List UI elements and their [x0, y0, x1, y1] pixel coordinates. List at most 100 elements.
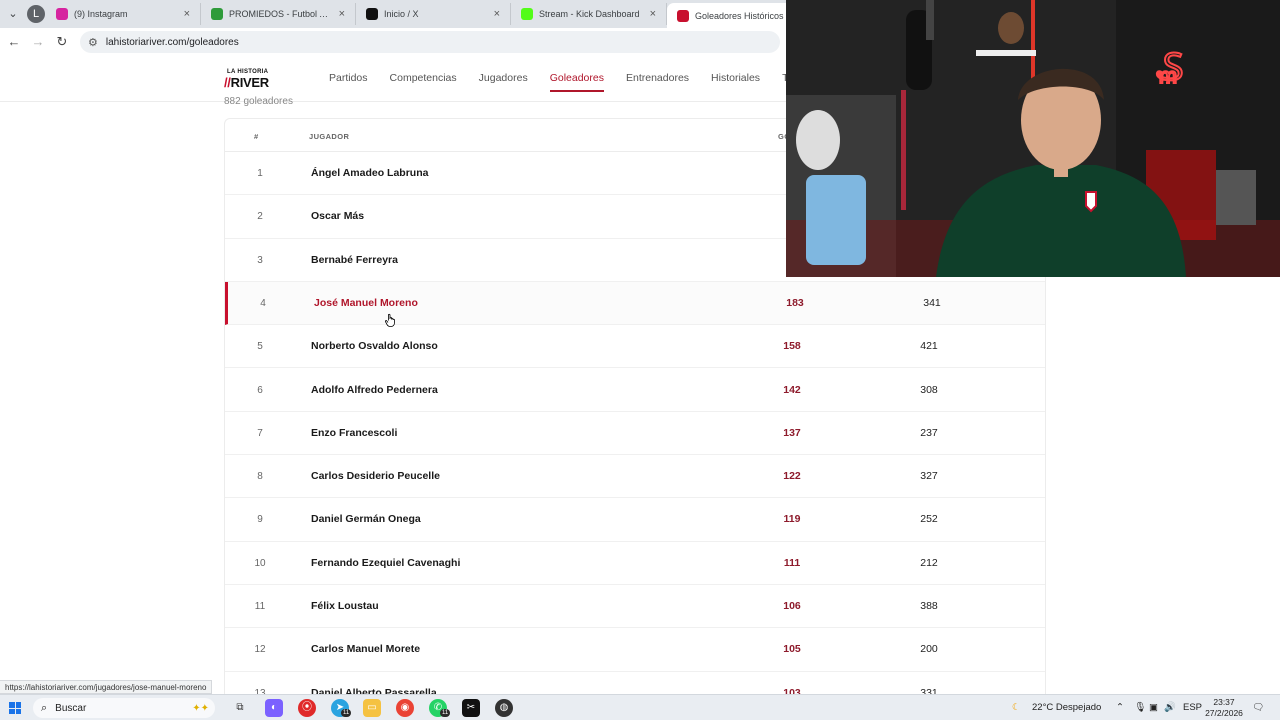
file-explorer-icon[interactable]: ▭	[363, 699, 381, 717]
tab-title: Goleadores Históricos - Ri	[695, 10, 797, 21]
player-name-link[interactable]: Norberto Osvaldo Alonso	[311, 325, 438, 368]
goals-cell: 111	[783, 556, 801, 569]
x-icon	[366, 8, 378, 20]
promiedos-icon	[211, 8, 223, 20]
rank-cell: 5	[257, 341, 263, 353]
tab-title: Stream - Kick Dashboard	[539, 9, 640, 19]
played-cell: 341	[923, 296, 941, 309]
table-row[interactable]: 10 Fernando Ezequiel Cavenaghi 111 212	[225, 542, 1045, 585]
copilot-sparkle-icon: ✦✦	[192, 702, 209, 714]
clock-time: 23:37	[1213, 697, 1235, 707]
reload-icon[interactable]: ↻	[52, 32, 72, 52]
rank-cell: 4	[260, 297, 266, 309]
table-row[interactable]: 8 Carlos Desiderio Peucelle 122 327	[225, 455, 1045, 499]
nav-link-1[interactable]: Competencias	[390, 72, 457, 92]
profile-avatar[interactable]: L	[27, 5, 45, 23]
site-logo[interactable]: LA HISTORIA //RIVER	[224, 69, 276, 91]
nav-link-2[interactable]: Jugadores	[479, 72, 528, 92]
back-arrow-icon[interactable]: ←	[4, 32, 24, 52]
task-view-icon[interactable]: ⧉	[231, 699, 249, 717]
player-name-link[interactable]: Fernando Ezequiel Cavenaghi	[311, 542, 460, 585]
network-icon[interactable]: ▣	[1149, 695, 1158, 721]
capcut-icon[interactable]: ✂	[462, 699, 480, 717]
microphone-icon[interactable]: 🎙	[1134, 695, 1146, 721]
hand-cursor-icon	[385, 313, 395, 327]
player-name-link[interactable]: Adolfo Alfredo Pedernera	[311, 369, 438, 412]
table-row[interactable]: 11 Félix Loustau 106 388	[225, 585, 1045, 629]
browser-tab[interactable]: (9) Instagram ×	[46, 3, 201, 25]
rank-cell: 10	[254, 557, 266, 569]
logo-text: RIVER	[230, 75, 270, 90]
played-cell: 327	[920, 470, 938, 483]
notifications-icon[interactable]: 🗨	[1252, 695, 1264, 721]
chrome-icon[interactable]: ◉	[396, 699, 414, 717]
table-row[interactable]: 6 Adolfo Alfredo Pedernera 142 308	[225, 369, 1045, 412]
tab-title: (9) Instagram	[74, 9, 128, 19]
player-name-link[interactable]: Carlos Desiderio Peucelle	[311, 455, 440, 498]
tab-search-chevron-icon[interactable]: ⌄	[4, 5, 22, 23]
played-cell: 237	[920, 426, 938, 439]
forward-arrow-icon[interactable]: →	[28, 32, 48, 52]
moon-weather-icon: ☾	[1012, 702, 1021, 713]
rank-cell: 7	[257, 427, 263, 439]
nav-link-4[interactable]: Entrenadores	[626, 72, 689, 92]
table-row[interactable]: 7 Enzo Francescoli 137 237	[225, 412, 1045, 456]
browser-tab[interactable]: PROMIEDOS - Futbol Argentino ×	[201, 3, 356, 25]
goals-cell: 183	[786, 296, 804, 309]
rank-cell: 11	[254, 601, 266, 612]
main-nav: Partidos Competencias Jugadores Goleadores E…	[329, 72, 836, 92]
player-name-link[interactable]: José Manuel Moreno	[314, 282, 418, 325]
player-name-link[interactable]: Carlos Manuel Morete	[311, 628, 420, 671]
table-row[interactable]: 12 Carlos Manuel Morete 105 200	[225, 628, 1045, 672]
nav-link-5[interactable]: Historiales	[711, 72, 760, 92]
table-row[interactable]: 4 José Manuel Moreno 183 341	[225, 281, 1045, 326]
tray-chevron-up-icon[interactable]: ⌃	[1116, 695, 1124, 721]
player-name-link[interactable]: Ángel Amadeo Labruna	[311, 152, 428, 195]
rank-cell: 9	[257, 514, 263, 526]
goals-cell: 158	[783, 340, 801, 353]
played-cell: 252	[920, 513, 938, 526]
address-bar[interactable]: ⚙ lahistoriariver.com/goleadores	[80, 31, 780, 53]
close-tab-icon[interactable]: ×	[650, 8, 656, 20]
played-cell: 308	[920, 383, 938, 396]
address-url: lahistoriariver.com/goleadores	[105, 36, 239, 48]
browser-tab[interactable]: Stream - Kick Dashboard ×	[511, 3, 667, 25]
historia-river-icon	[677, 9, 689, 22]
close-tab-icon[interactable]: ×	[339, 8, 345, 20]
whatsapp-badge: 11	[440, 709, 451, 717]
close-tab-icon[interactable]: ×	[494, 8, 500, 20]
webcam-feed: ₷	[786, 0, 1280, 277]
clock[interactable]: 23:37 27/2/2026	[1200, 697, 1248, 719]
windows-taskbar: ⌕ Buscar ✦✦ ⧉ ◐ ⦿ ➤ 11 ▭ ◉ ✆ 11 ✂ ◍ ☾ 22…	[0, 694, 1280, 720]
player-name-link[interactable]: Daniel Germán Onega	[311, 498, 421, 541]
played-cell: 388	[920, 600, 938, 612]
browser-tab[interactable]: Inicio / X ×	[356, 3, 511, 25]
player-name-link[interactable]: Oscar Más	[311, 195, 364, 238]
clock-date: 27/2/2026	[1205, 708, 1243, 718]
player-name-link[interactable]: Félix Loustau	[311, 585, 379, 628]
nav-link-0[interactable]: Partidos	[329, 72, 368, 92]
status-bar-url: https://lahistoriariver.com/jugadores/jo…	[0, 680, 213, 694]
obs-icon[interactable]: ◍	[495, 699, 513, 717]
close-tab-icon[interactable]: ×	[184, 8, 190, 20]
taskbar-search-box[interactable]: ⌕ Buscar ✦✦	[33, 698, 215, 718]
played-cell: 200	[920, 643, 938, 656]
rank-cell: 6	[257, 384, 263, 396]
player-name-link[interactable]: Enzo Francescoli	[311, 412, 397, 455]
header-rank: #	[254, 132, 259, 141]
telegram-badge: 11	[341, 709, 352, 717]
rank-cell: 3	[257, 254, 263, 266]
goals-cell: 137	[783, 426, 801, 439]
table-row[interactable]: 5 Norberto Osvaldo Alonso 158 421	[225, 325, 1045, 369]
table-row[interactable]: 9 Daniel Germán Onega 119 252	[225, 498, 1045, 542]
player-name-link[interactable]: Bernabé Ferreyra	[311, 239, 398, 282]
recorder-app-icon[interactable]: ⦿	[298, 699, 316, 717]
rank-cell: 2	[257, 211, 263, 223]
goals-cell: 105	[783, 643, 801, 656]
copilot-icon[interactable]: ◐	[265, 699, 283, 717]
weather-text[interactable]: 22°C Despejado	[1032, 695, 1101, 721]
site-settings-icon[interactable]: ⚙	[88, 36, 98, 49]
volume-icon[interactable]: 🔊	[1164, 695, 1176, 721]
start-button-windows-icon[interactable]	[9, 702, 21, 714]
nav-link-3[interactable]: Goleadores	[549, 72, 604, 92]
